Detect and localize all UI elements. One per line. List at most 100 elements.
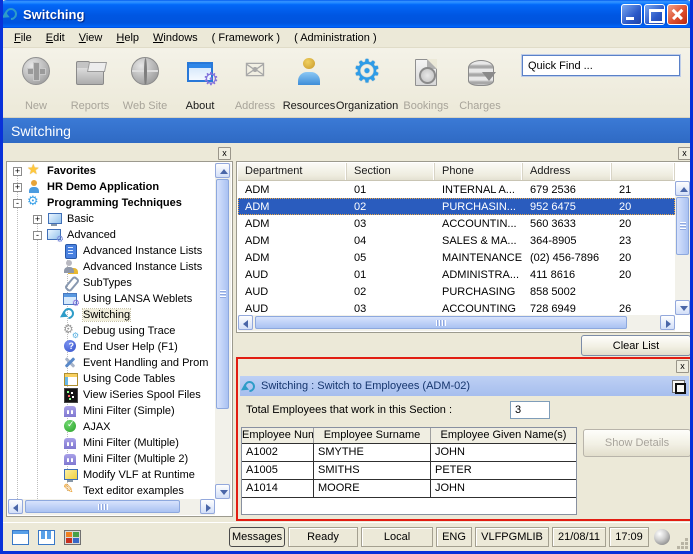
expand-toggle-icon[interactable]: -	[13, 199, 22, 208]
window-gear-icon	[63, 292, 78, 306]
table-row[interactable]: ADM 01 INTERNAL A... 679 2536 21	[238, 181, 675, 198]
column-header-employee-surname[interactable]: Employee Surname	[314, 428, 431, 443]
quick-find-input[interactable]	[522, 55, 680, 76]
terminal-icon	[63, 388, 78, 402]
scroll-down-icon[interactable]	[675, 300, 690, 315]
tree-item-text-editor-examples[interactable]: Text editor examples	[8, 483, 215, 499]
scroll-up-icon[interactable]	[675, 181, 690, 196]
tree-item-ajax[interactable]: AJAX	[8, 419, 215, 435]
tree-item-favorites[interactable]: + Favorites	[8, 163, 215, 179]
bank-icon	[63, 452, 78, 466]
table-row[interactable]: ADM 04 SALES & MA... 364-8905 23	[238, 232, 675, 249]
tools-icon	[63, 356, 78, 370]
tree-item-mini-filter-multiple-2[interactable]: Mini Filter (Multiple 2)	[8, 451, 215, 467]
envelope-icon: ✉	[238, 54, 272, 88]
scroll-down-icon[interactable]	[215, 484, 230, 499]
table-row[interactable]: AUD 02 PURCHASING 858 5002	[238, 283, 675, 300]
table-row[interactable]: ADM 03 ACCOUNTIN... 560 3633 20	[238, 215, 675, 232]
tree-panel-close-icon[interactable]: x	[218, 147, 231, 160]
scrollbar-thumb[interactable]	[255, 316, 627, 329]
column-header-address[interactable]: Address	[523, 163, 612, 180]
department-vertical-scrollbar[interactable]	[675, 181, 691, 315]
new-plus-icon	[19, 54, 53, 88]
table-row[interactable]: A1005 SMITHS PETER	[242, 462, 576, 480]
column-header-department[interactable]: Department	[238, 163, 347, 180]
pencil-icon	[63, 484, 78, 498]
tree-item-hr-demo[interactable]: + HR Demo Application	[8, 179, 215, 195]
scrollbar-thumb[interactable]	[676, 197, 689, 255]
tree-item-modify-vlf-at-runtime[interactable]: Modify VLF at Runtime	[8, 467, 215, 483]
menu-file[interactable]: File	[7, 30, 39, 46]
tree-item-programming-techniques[interactable]: - Programming Techniques	[8, 195, 215, 211]
close-button[interactable]	[667, 4, 688, 25]
window-grid-icon[interactable]	[38, 530, 55, 545]
column-header-phone[interactable]: Phone	[435, 163, 523, 180]
column-header-section[interactable]: Section	[347, 163, 435, 180]
application-window: Switching File Edit View Help Windows ( …	[0, 0, 693, 554]
panel-restore-icon[interactable]	[672, 380, 685, 393]
tree-item-subtypes[interactable]: SubTypes	[8, 275, 215, 291]
tree-panel-strip: x	[6, 146, 233, 161]
expand-toggle-icon[interactable]: +	[33, 215, 42, 224]
scroll-left-icon[interactable]	[8, 499, 23, 514]
department-horizontal-scrollbar[interactable]	[238, 315, 675, 331]
table-row[interactable]: AUD 01 ADMINISTRA... 411 8616 20	[238, 266, 675, 283]
tree-item-switching[interactable]: Switching	[8, 307, 215, 323]
scroll-up-icon[interactable]	[215, 163, 230, 178]
resources-button[interactable]: Resources	[282, 54, 336, 112]
tree-item-advanced-instance-lists[interactable]: Advanced Instance Lists	[8, 243, 215, 259]
scroll-right-icon[interactable]	[200, 499, 215, 514]
column-header-employee-number[interactable]: Employee Number	[242, 428, 314, 443]
organization-button[interactable]: ⚙ Organization	[340, 54, 394, 112]
menu-help[interactable]: Help	[109, 30, 146, 46]
total-employees-field[interactable]	[510, 401, 550, 419]
tree-item-view-iseries-spool-files[interactable]: View iSeries Spool Files	[8, 387, 215, 403]
tree-item-mini-filter-multiple[interactable]: Mini Filter (Multiple)	[8, 435, 215, 451]
tree-item-event-handling[interactable]: Event Handling and Prom	[8, 355, 215, 371]
menu-administration[interactable]: ( Administration )	[287, 30, 384, 46]
tree-item-debug-using-trace[interactable]: Debug using Trace	[8, 323, 215, 339]
menu-edit[interactable]: Edit	[39, 30, 72, 46]
bank-icon	[63, 436, 78, 450]
tree-horizontal-scrollbar[interactable]	[8, 499, 215, 515]
title-bar[interactable]: Switching	[0, 0, 693, 28]
tree-item-end-user-help[interactable]: End User Help (F1)	[8, 339, 215, 355]
table-row[interactable]: AUD 03 ACCOUNTING 728 6949 26	[238, 300, 675, 315]
menu-windows[interactable]: Windows	[146, 30, 205, 46]
table-row[interactable]: A1002 SMYTHE JOHN	[242, 444, 576, 462]
expand-toggle-icon[interactable]: +	[13, 167, 22, 176]
tree-item-advanced-instance-lists-2[interactable]: Advanced Instance Lists	[8, 259, 215, 275]
tree-item-mini-filter-simple[interactable]: Mini Filter (Simple)	[8, 403, 215, 419]
maximize-button[interactable]	[644, 4, 665, 25]
scroll-right-icon[interactable]	[660, 315, 675, 330]
window-icon[interactable]	[12, 530, 29, 545]
scrollbar-thumb[interactable]	[216, 179, 229, 409]
window-colored-icon[interactable]	[64, 530, 81, 545]
scrollbar-thumb[interactable]	[25, 500, 180, 513]
menu-view[interactable]: View	[72, 30, 110, 46]
status-environment: Local	[361, 527, 433, 547]
column-header-employee-given-names[interactable]: Employee Given Name(s)	[431, 428, 576, 443]
expand-toggle-icon[interactable]: +	[13, 183, 22, 192]
expand-toggle-icon[interactable]: -	[33, 231, 42, 240]
clear-list-button[interactable]: Clear List	[581, 335, 691, 356]
tree-item-using-code-tables[interactable]: Using Code Tables	[8, 371, 215, 387]
minimize-button[interactable]	[621, 4, 642, 25]
menu-framework[interactable]: ( Framework )	[205, 30, 287, 46]
column-header-blank	[612, 163, 675, 180]
tree-item-advanced[interactable]: - Advanced	[8, 227, 215, 243]
tree-item-using-lansa-weblets[interactable]: Using LANSA Weblets	[8, 291, 215, 307]
about-button[interactable]: ⚙ About	[173, 54, 227, 112]
table-row[interactable]: A1014 MOORE JOHN	[242, 480, 576, 498]
table-row-selected[interactable]: ADM 02 PURCHASIN... 952 6475 20	[238, 198, 675, 215]
switch-panel-close-icon[interactable]: x	[676, 360, 689, 373]
tree-vertical-scrollbar[interactable]	[215, 163, 231, 499]
table-row[interactable]: ADM 05 MAINTENANCE (02) 456-7896 20	[238, 249, 675, 266]
messages-button[interactable]: Messages	[229, 527, 285, 547]
department-table: Department Section Phone Address ADM 01 …	[236, 161, 693, 333]
tree-item-basic[interactable]: + Basic	[8, 211, 215, 227]
navigation-tree-panel: x + Favorites + HR Demo Application -	[6, 146, 233, 517]
scroll-left-icon[interactable]	[238, 315, 253, 330]
resize-grip[interactable]	[676, 537, 688, 549]
department-panel-close-icon[interactable]: x	[678, 147, 691, 160]
